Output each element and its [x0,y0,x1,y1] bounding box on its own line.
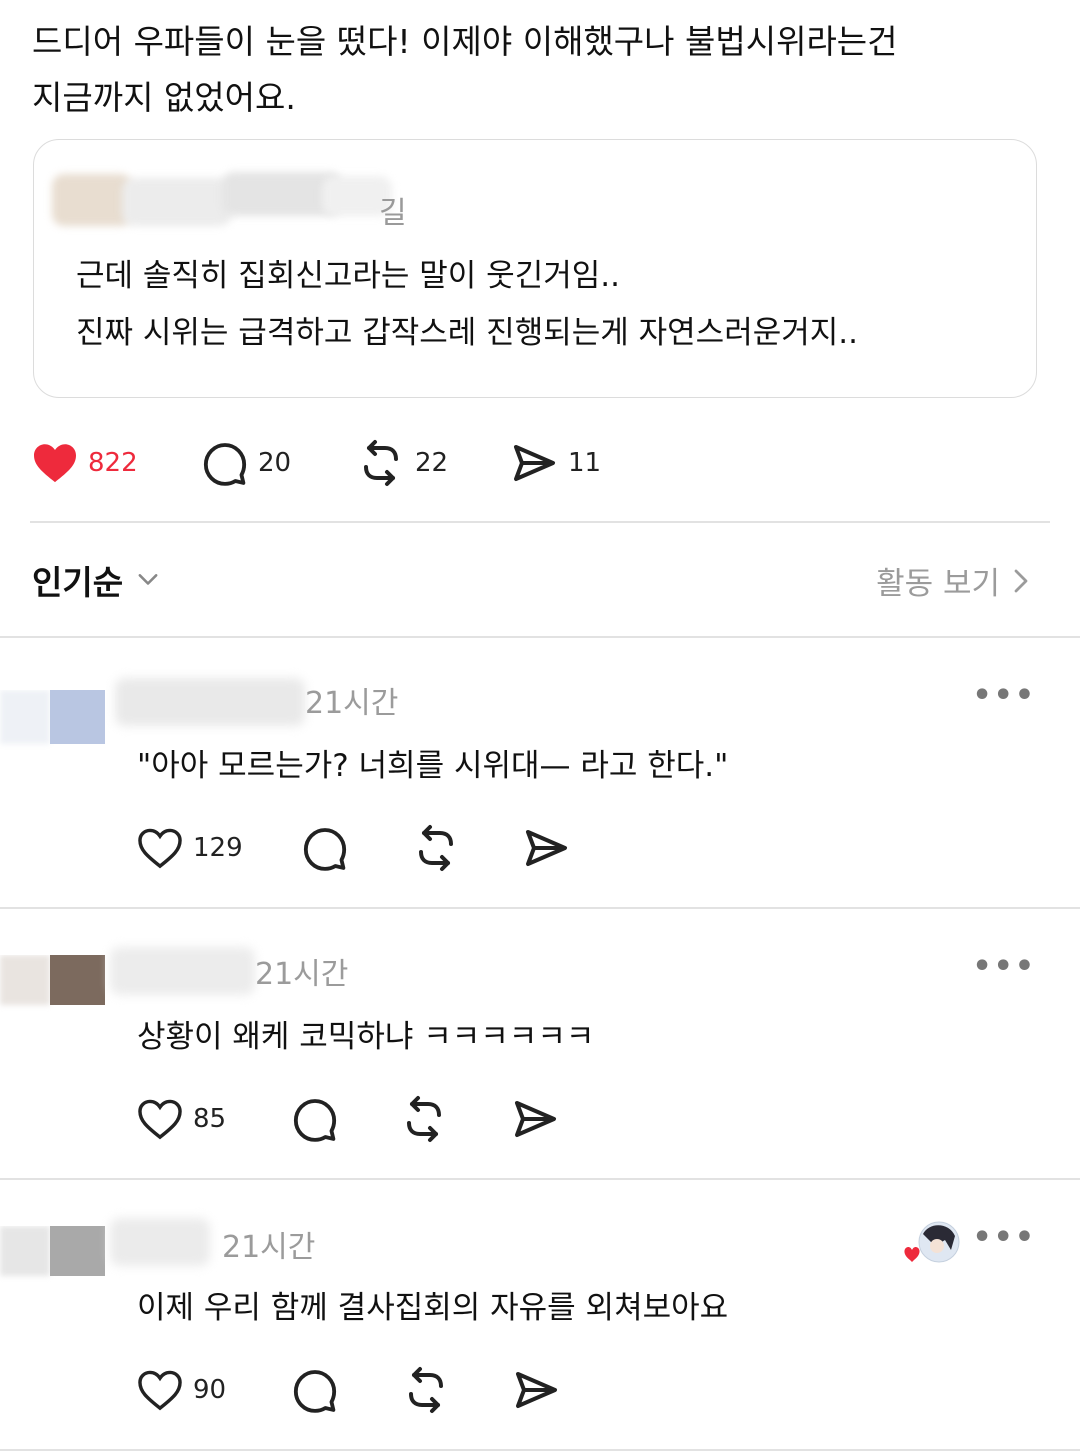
comment-button[interactable] [292,1363,338,1417]
quoted-post-card[interactable]: 길 근데 솔직히 집회신고라는 말이 웃긴거임.. 진짜 시위는 급격하고 갑작… [33,139,1037,398]
repost-icon [364,440,398,486]
quoted-post-line: 진짜 시위는 급격하고 갑작스레 진행되는게 자연스러운거지.. [76,315,858,351]
quoted-author-redacted [52,168,402,230]
sort-row: 인기순 활동 보기 [32,552,1042,608]
reply-text: 상황이 왜케 코믹하냐 ㅋㅋㅋㅋㅋㅋ [137,1019,595,1055]
like-button[interactable]: 129 [137,821,243,875]
share-button[interactable] [511,1092,559,1146]
username-redacted [115,678,305,726]
share-icon [515,1101,556,1137]
post-text: 드디어 우파들이 눈을 떴다! 이제야 이해했구나 불법시위라는건 지금까지 없… [32,14,1042,126]
repost-button[interactable] [402,1363,450,1417]
comment-button[interactable] [302,821,348,875]
share-count: 11 [568,448,602,478]
reply-actions: 90 [137,1363,597,1413]
reply-time: 21시간 [222,1230,316,1265]
post-text-line: 지금까지 없었어요. [32,78,296,117]
share-icon [516,1372,557,1408]
username-redacted [110,947,255,995]
repost-icon [409,1367,443,1413]
avatar[interactable] [0,955,105,1015]
reply-text: "아아 모르는가? 너희를 시위대— 라고 한다." [137,748,729,784]
quoted-post-line: 근데 솔직히 집회신고라는 말이 웃긴거임.. [76,258,620,294]
comment-icon [293,1370,337,1413]
share-button[interactable] [522,821,570,875]
chevron-down-icon[interactable] [134,566,162,594]
like-count: 129 [193,833,243,863]
comment-count: 20 [258,448,292,478]
heart-icon [34,444,76,483]
author-liked-badge [903,1220,961,1270]
comment-icon [293,1099,337,1142]
post-actions: 822 20 22 11 [32,436,672,490]
reply-actions: 85 [137,1092,597,1142]
like-button[interactable]: 90 [137,1363,226,1417]
reply-actions: 129 [137,821,597,871]
heart-icon [138,1099,182,1140]
comment-button[interactable]: 20 [202,436,291,490]
repost-icon [419,825,453,871]
avatar[interactable] [0,1226,105,1286]
like-button[interactable]: 822 [32,436,138,490]
author-avatar-icon [904,1221,960,1263]
repost-button[interactable] [412,821,460,875]
sort-dropdown[interactable]: 인기순 [32,556,123,604]
repost-icon [407,1096,441,1142]
divider [0,1178,1080,1180]
comment-button[interactable] [292,1092,338,1146]
more-icon[interactable]: ••• [972,1220,1036,1255]
quoted-author-name: 길 [379,196,407,231]
share-icon [514,445,555,481]
heart-icon [138,1370,182,1411]
repost-count: 22 [415,448,449,478]
post-text-line: 드디어 우파들이 눈을 떴다! 이제야 이해했구나 불법시위라는건 [32,22,898,61]
reply-text: 이제 우리 함께 결사집회의 자유를 외쳐보아요 [137,1290,729,1326]
share-button[interactable] [512,1363,560,1417]
avatar[interactable] [0,690,105,750]
heart-icon [138,828,182,869]
reply-time: 21시간 [255,957,349,992]
like-count: 822 [88,448,138,478]
divider [0,636,1080,638]
divider [0,907,1080,909]
like-count: 85 [193,1104,227,1134]
share-icon [526,830,567,866]
divider [30,521,1050,523]
divider [0,1449,1080,1451]
view-activity-link[interactable]: 활동 보기 [876,558,1032,603]
username-redacted [110,1218,210,1266]
more-icon[interactable]: ••• [972,678,1036,713]
comment-icon [303,828,347,871]
like-button[interactable]: 85 [137,1092,226,1146]
view-activity-label: 활동 보기 [876,566,1000,602]
repost-button[interactable] [400,1092,448,1146]
more-icon[interactable]: ••• [972,949,1036,984]
reply-time: 21시간 [305,686,399,721]
repost-button[interactable]: 22 [357,436,448,490]
quoted-post-text: 근데 솔직히 집회신고라는 말이 웃긴거임.. 진짜 시위는 급격하고 갑작스레… [76,248,1016,362]
share-button[interactable]: 11 [510,436,601,490]
comment-icon [203,443,247,486]
chevron-right-icon [1014,569,1028,592]
like-count: 90 [193,1375,227,1405]
